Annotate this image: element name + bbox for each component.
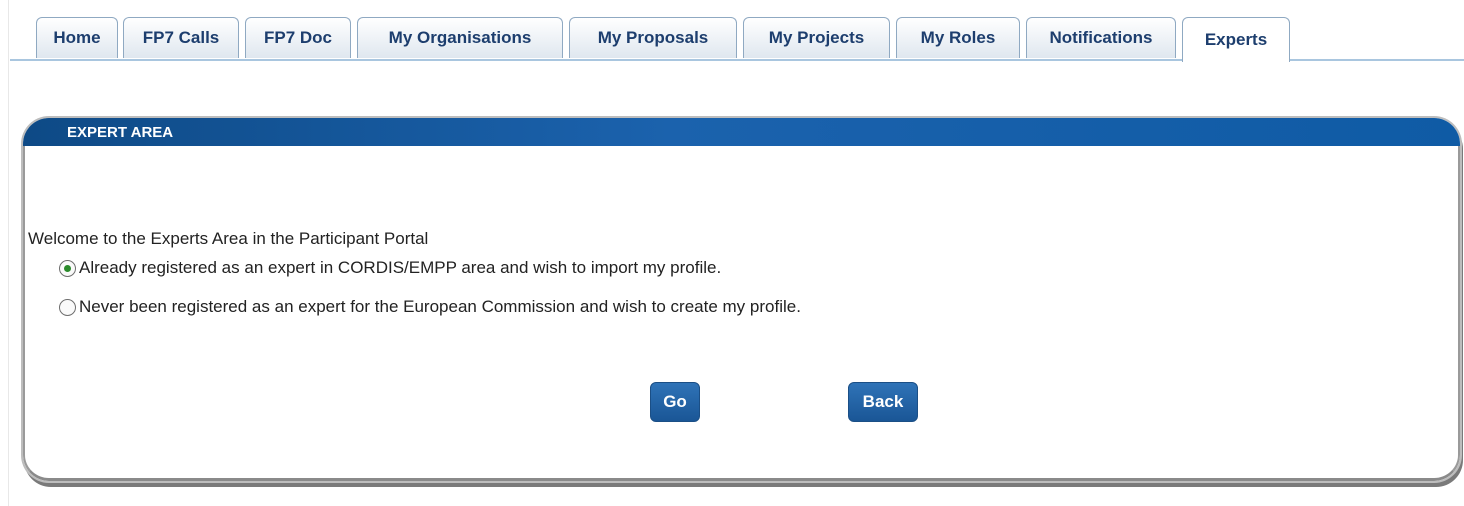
go-button[interactable]: Go — [650, 382, 700, 422]
tab-my-projects[interactable]: My Projects — [743, 17, 890, 58]
tab-notifications[interactable]: Notifications — [1026, 17, 1176, 58]
tab-experts[interactable]: Experts — [1182, 17, 1290, 62]
panel-title: EXPERT AREA — [23, 118, 1460, 146]
radio-unchecked-icon[interactable] — [59, 298, 76, 316]
tab-home[interactable]: Home — [36, 17, 118, 58]
welcome-text: Welcome to the Experts Area in the Parti… — [28, 229, 429, 248]
page-left-border — [8, 0, 9, 506]
option-create-profile[interactable]: Never been registered as an expert for t… — [59, 297, 801, 317]
back-button[interactable]: Back — [848, 382, 918, 422]
tab-fp7-doc[interactable]: FP7 Doc — [245, 17, 351, 58]
tab-fp7-calls[interactable]: FP7 Calls — [123, 17, 239, 58]
option-import-profile[interactable]: Already registered as an expert in CORDI… — [59, 258, 721, 278]
tab-my-organisations[interactable]: My Organisations — [357, 17, 563, 58]
option-create-profile-label: Never been registered as an expert for t… — [79, 297, 801, 316]
tab-my-roles[interactable]: My Roles — [896, 17, 1020, 58]
option-import-profile-label: Already registered as an expert in CORDI… — [79, 258, 722, 277]
radio-checked-icon[interactable] — [59, 259, 76, 277]
tab-my-proposals[interactable]: My Proposals — [569, 17, 737, 58]
